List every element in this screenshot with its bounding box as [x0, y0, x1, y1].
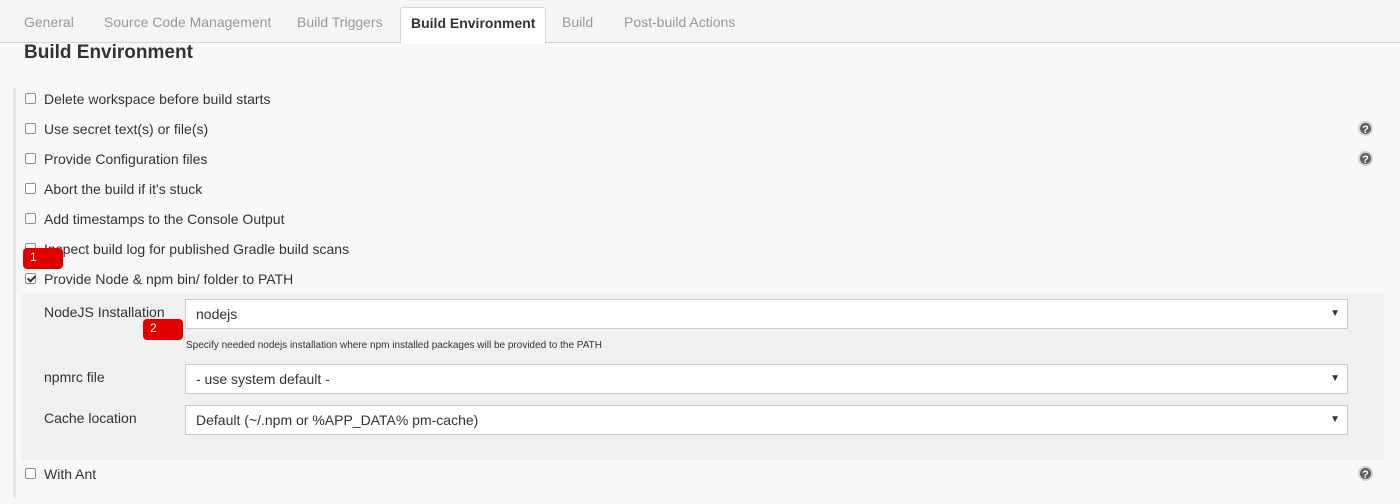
nodejs-installation-hint: Specify needed nodejs installation where…: [186, 340, 602, 351]
option-label: Abort the build if it's stuck: [44, 181, 203, 197]
checkbox-timestamps[interactable]: [25, 212, 36, 224]
section-rail: [13, 88, 16, 498]
nodejs-installation-select[interactable]: nodejs ▼: [185, 299, 1348, 329]
select-value: - use system default -: [196, 371, 330, 387]
help-icon[interactable]: ?: [1358, 121, 1373, 136]
checkbox-abort-stuck[interactable]: [25, 182, 36, 194]
option-label: Inspect build log for published Gradle b…: [44, 241, 350, 257]
section-title: Build Environment: [24, 42, 193, 63]
checkbox-secret-text[interactable]: [25, 122, 36, 134]
npmrc-file-select[interactable]: - use system default - ▼: [185, 364, 1348, 394]
option-label: Use secret text(s) or file(s): [44, 121, 209, 137]
option-config-files[interactable]: Provide Configuration files: [25, 149, 207, 169]
option-with-ant[interactable]: With Ant: [25, 464, 96, 484]
checkbox-node-npm-path[interactable]: [25, 272, 36, 284]
tab-build-triggers[interactable]: Build Triggers: [297, 7, 383, 43]
npmrc-file-label: npmrc file: [44, 369, 105, 385]
checkbox-with-ant[interactable]: [25, 467, 36, 479]
help-icon[interactable]: ?: [1358, 151, 1373, 166]
tab-build[interactable]: Build: [562, 7, 593, 43]
option-label: Provide Node & npm bin/ folder to PATH: [44, 271, 294, 287]
help-icon[interactable]: ?: [1358, 466, 1373, 481]
cache-location-select[interactable]: Default (~/.npm or %APP_DATA% pm-cache) …: [185, 405, 1348, 435]
checkbox-delete-workspace[interactable]: [25, 92, 36, 104]
tab-general[interactable]: General: [24, 7, 74, 43]
annotation-marker-1: 1: [23, 248, 63, 269]
tab-source-code-management[interactable]: Source Code Management: [104, 7, 271, 43]
nodejs-installation-label: NodeJS Installation: [44, 304, 165, 320]
option-gradle-scans[interactable]: Inspect build log for published Gradle b…: [25, 239, 349, 259]
tab-bar: General Source Code Management Build Tri…: [0, 0, 1400, 44]
cache-location-label: Cache location: [44, 410, 137, 426]
option-label: Provide Configuration files: [44, 151, 208, 167]
select-value: Default (~/.npm or %APP_DATA% pm-cache): [196, 412, 479, 428]
option-delete-workspace[interactable]: Delete workspace before build starts: [25, 89, 270, 109]
option-label: Delete workspace before build starts: [44, 91, 271, 107]
option-node-npm-path[interactable]: Provide Node & npm bin/ folder to PATH: [25, 269, 293, 289]
chevron-down-icon: ▼: [1330, 373, 1340, 384]
tab-post-build-actions[interactable]: Post-build Actions: [624, 7, 735, 43]
checkbox-config-files[interactable]: [25, 152, 36, 164]
option-abort-stuck[interactable]: Abort the build if it's stuck: [25, 179, 202, 199]
select-value: nodejs: [196, 306, 238, 322]
chevron-down-icon: ▼: [1330, 308, 1340, 319]
option-secret-text[interactable]: Use secret text(s) or file(s): [25, 119, 208, 139]
option-timestamps[interactable]: Add timestamps to the Console Output: [25, 209, 284, 229]
annotation-marker-2: 2: [143, 319, 183, 340]
option-label: Add timestamps to the Console Output: [44, 211, 285, 227]
chevron-down-icon: ▼: [1330, 414, 1340, 425]
tab-build-environment[interactable]: Build Environment: [400, 7, 547, 44]
option-label: With Ant: [44, 466, 97, 482]
